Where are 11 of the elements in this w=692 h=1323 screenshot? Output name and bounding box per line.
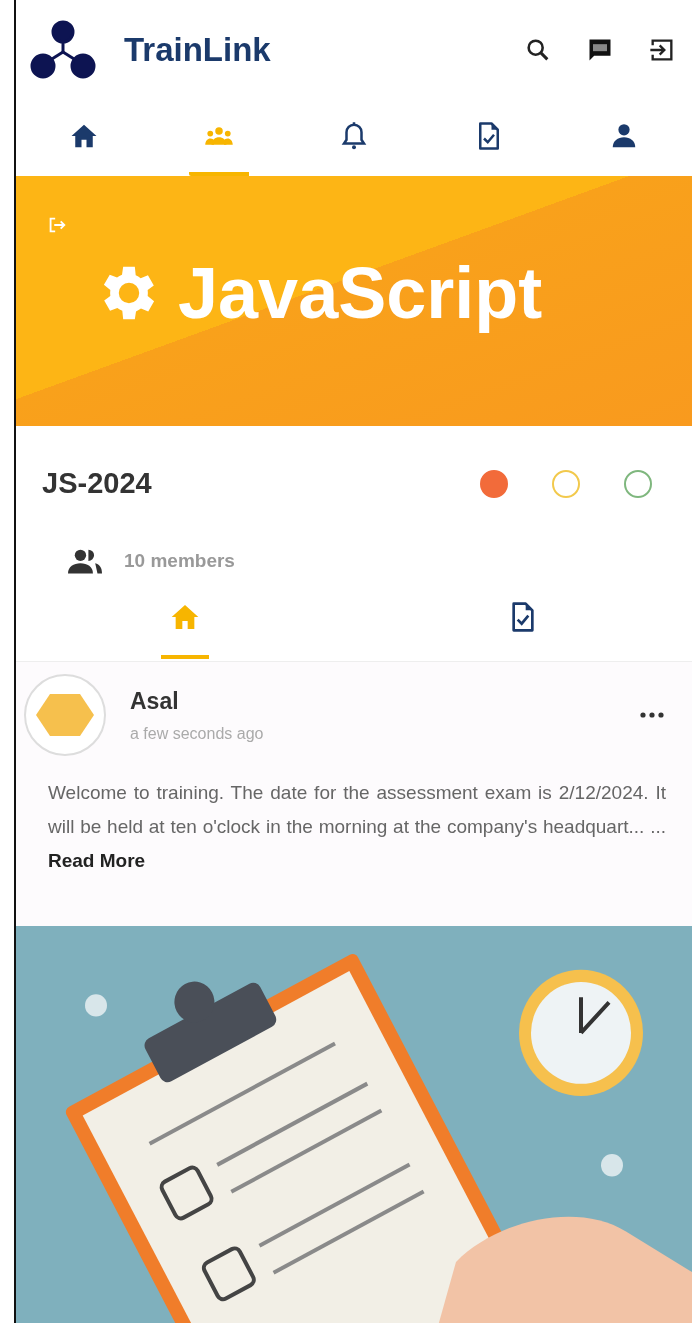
people-icon (68, 548, 102, 574)
more-button[interactable] (638, 710, 666, 720)
banner-title: JavaScript (178, 252, 543, 334)
post-text: Welcome to training. The date for the assessment exam is 2/12/2024. It will be held at ten o'clock in the morning at the company's headquart... ... Read More (48, 781, 666, 873)
app-title: TrainLink (124, 31, 272, 69)
logo-icon (30, 20, 96, 80)
read-more-link[interactable]: Read More (48, 850, 146, 871)
author-name: Asal (130, 687, 180, 715)
member-count: 10 members (124, 550, 235, 572)
post-time: a few seconds ago (130, 724, 265, 743)
group-code: JS-2024 (42, 467, 153, 500)
